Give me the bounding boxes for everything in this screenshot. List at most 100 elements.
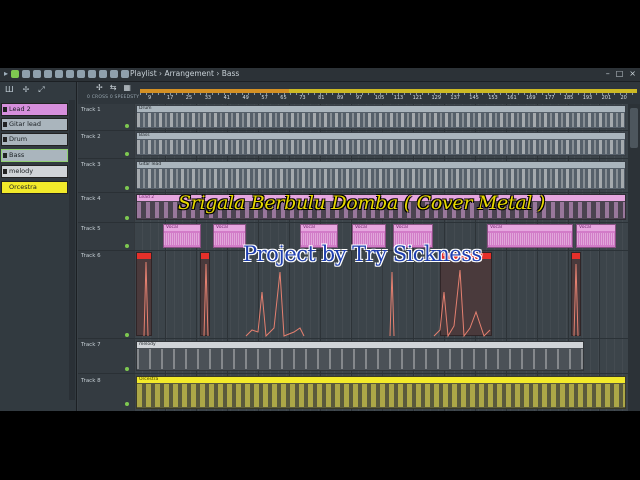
link-icon[interactable]: ⇆ (110, 83, 117, 92)
bar-number: 129 (431, 95, 442, 101)
bar-number: 121 (412, 95, 423, 101)
slip-tool-icon[interactable] (77, 70, 86, 78)
playlist-vertical-scrollbar[interactable] (628, 104, 640, 411)
pattern-item-drum[interactable]: Drum (1, 133, 68, 146)
track-label-8[interactable]: Track 8 (81, 378, 101, 384)
plus-icon[interactable]: ✢ (23, 85, 30, 98)
pattern-clip-drum[interactable]: Drum (136, 105, 626, 129)
pattern-clip-orcestra[interactable]: Orcestra (136, 376, 626, 409)
pattern-item-bass[interactable]: Bass (1, 149, 68, 162)
track-label-6[interactable]: Track 6 (81, 253, 101, 259)
bar-number: 20 (620, 95, 627, 101)
close-button[interactable]: × (629, 69, 636, 78)
automation-curve (389, 271, 395, 337)
audio-clip-vocal[interactable]: Vocal (487, 224, 573, 248)
clip-label: Vocal (577, 225, 615, 231)
audio-clip-vocal[interactable]: Vocal (163, 224, 201, 248)
track-label-3[interactable]: Track 3 (81, 162, 101, 168)
audio-clip-vocal[interactable]: Vocal (576, 224, 616, 248)
picker-tools: Ш ✢ ⤢ (0, 82, 76, 98)
clip-notes (137, 349, 583, 369)
bar-number: 9 (148, 95, 152, 101)
track-8-enable-led[interactable] (125, 402, 129, 406)
ruler-settings-label: 0 CROSS 0 SPEEDSTY (87, 95, 140, 100)
bar-number: 137 (450, 95, 460, 101)
automation-curve (245, 271, 305, 338)
pattern-item-gitar-lead[interactable]: Gitar lead (1, 118, 68, 131)
grid-icon[interactable]: ▦ (123, 83, 131, 92)
bar-number: 25 (185, 95, 193, 101)
automation-curve (433, 269, 491, 338)
draw-tool-icon[interactable] (33, 70, 42, 78)
timeline-ruler[interactable]: ✢ ⇆ ▦ 0 CROSS 0 SPEEDSTY 9 17 25 33 41 49 57 65… (78, 82, 640, 104)
pattern-label: Lead 2 (9, 105, 31, 113)
video-title-overlay: Srigala Berbulu Domba ( Cover Metal ) (178, 192, 545, 214)
mute-tool-icon[interactable] (66, 70, 75, 78)
track-3-enable-led[interactable] (125, 186, 129, 190)
minimize-button[interactable]: – (606, 69, 610, 78)
automation-curve (143, 261, 149, 337)
zoom-tool-icon[interactable] (110, 70, 119, 78)
ruler-tools: ✢ ⇆ ▦ (96, 83, 131, 92)
snap-icon[interactable]: ✢ (96, 83, 103, 92)
track-7-enable-led[interactable] (125, 367, 129, 371)
bar-number: 33 (204, 95, 212, 101)
lane-separator (134, 373, 628, 374)
pattern-label: melody (9, 167, 34, 175)
bar-numbers: 9 17 25 33 41 49 57 65 73 81 89 97 105 113 121 129 137 14… (148, 95, 640, 103)
pattern-item-orcestra[interactable]: Orcestra (1, 181, 68, 194)
track-label-2[interactable]: Track 2 (81, 134, 101, 140)
window-title: Playlist › Arrangement › Bass (130, 69, 239, 78)
pattern-label: Drum (9, 135, 28, 143)
picker-scrollbar[interactable] (69, 100, 75, 400)
snap-icon[interactable] (11, 70, 20, 78)
pattern-clip-gitar-lead[interactable]: Gitar lead (136, 161, 626, 190)
playback-tool-icon[interactable] (121, 70, 130, 78)
menu-arrow-icon[interactable]: ▸ (4, 70, 8, 78)
waveform (488, 233, 572, 245)
clip-notes (137, 169, 625, 188)
track-label-4[interactable]: Track 4 (81, 196, 101, 202)
track-2-enable-led[interactable] (125, 152, 129, 156)
clip-label: Bass (137, 133, 625, 139)
track-separator (78, 130, 134, 131)
select-tool-icon[interactable] (99, 70, 108, 78)
track-label-7[interactable]: Track 7 (81, 342, 101, 348)
pattern-item-melody[interactable]: melody (1, 165, 68, 178)
paint-tool-icon[interactable] (44, 70, 53, 78)
bar-number: 57 (261, 95, 268, 101)
slice-tool-icon[interactable] (88, 70, 97, 78)
clip-label: Vocal (353, 225, 385, 231)
track-separator (78, 338, 134, 339)
audio-clip-vocal[interactable]: Vocal (213, 224, 246, 248)
pattern-clip-melody[interactable]: melody (136, 341, 584, 371)
scrollbar-thumb[interactable] (630, 108, 638, 148)
track-separator (78, 250, 134, 251)
track-6-enable-led[interactable] (125, 333, 129, 337)
track-4-enable-led[interactable] (125, 216, 129, 220)
bar-number: 153 (488, 95, 498, 101)
delete-tool-icon[interactable] (55, 70, 64, 78)
track-label-5[interactable]: Track 5 (81, 226, 101, 232)
clip-label: Vocal (488, 225, 572, 231)
track-label-1[interactable]: Track 1 (81, 107, 101, 113)
track-1-enable-led[interactable] (125, 124, 129, 128)
window-titlebar: ▸ Playlist › Arrangement › Bass – □ × (0, 68, 640, 82)
clip-label: Gitar lead (137, 162, 625, 168)
bar-number: 201 (601, 95, 612, 101)
clip-label: Vocal (394, 225, 432, 231)
track-5-enable-led[interactable] (125, 244, 129, 248)
track-separator (78, 373, 134, 374)
bar-number: 145 (469, 95, 479, 101)
tools-icon[interactable]: ⤢ (38, 85, 44, 98)
pattern-item-lead-2[interactable]: Lead 2 (1, 103, 68, 116)
clip-label: melody (137, 342, 583, 348)
piano-icon[interactable]: Ш (5, 85, 14, 98)
magnet-icon[interactable] (22, 70, 31, 78)
track-separator (78, 222, 134, 223)
maximize-button[interactable]: □ (616, 69, 624, 78)
pattern-clip-bass[interactable]: Bass (136, 132, 626, 156)
bar-number: 73 (299, 95, 306, 101)
pattern-label: Gitar lead (9, 120, 42, 128)
bar-number: 177 (544, 95, 555, 101)
